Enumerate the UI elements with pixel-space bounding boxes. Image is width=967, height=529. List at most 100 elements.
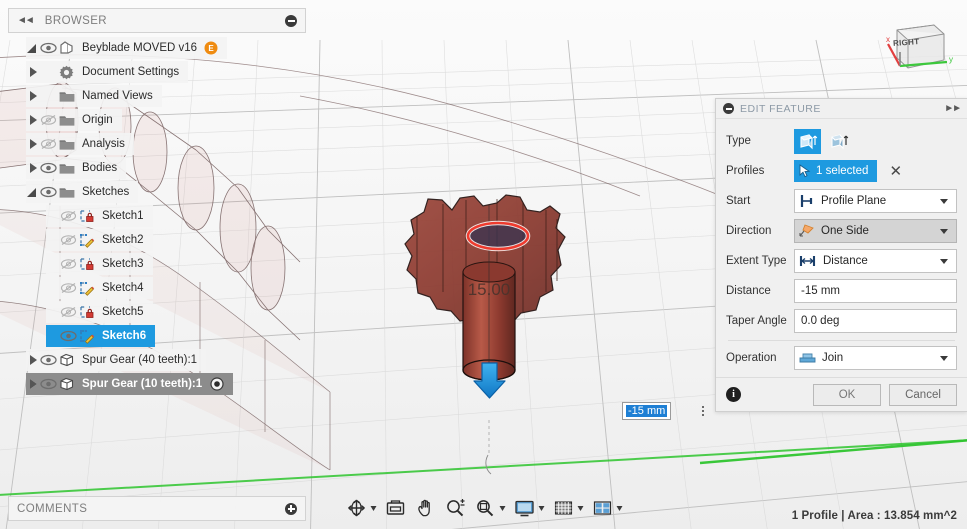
chevron-down-icon[interactable]: [499, 505, 505, 511]
sketch-locked-icon: [77, 209, 96, 224]
tree-row-bodies[interactable]: Bodies: [8, 156, 308, 180]
display-icon[interactable]: [510, 495, 547, 521]
extrude-surface-icon[interactable]: [825, 129, 852, 154]
visibility-eye-off-icon[interactable]: [40, 113, 57, 127]
edit-feature-minimize-icon[interactable]: [723, 103, 734, 114]
comments-panel: COMMENTS: [8, 496, 306, 521]
visibility-eye-off-icon[interactable]: [40, 137, 57, 151]
info-icon[interactable]: i: [726, 387, 741, 402]
grid-icon[interactable]: [549, 495, 586, 521]
tree-row-sketch6[interactable]: Sketch6: [8, 324, 308, 348]
chevron-down-icon[interactable]: [538, 505, 544, 511]
one-side-icon: [799, 224, 814, 237]
operation-value: Join: [822, 352, 844, 364]
taper-angle-input[interactable]: 0.0 deg: [794, 309, 957, 333]
extrude-profile-icon[interactable]: [794, 128, 821, 154]
visibility-eye-off-icon[interactable]: [60, 281, 77, 295]
tree-row-root[interactable]: Beyblade MOVED v16 E: [8, 36, 308, 60]
operation-dropdown[interactable]: Join: [794, 346, 957, 370]
tree-row-label: Sketch4: [102, 282, 144, 294]
row-direction: Direction One Side: [726, 216, 957, 246]
browser-minimize-icon[interactable]: [285, 14, 297, 27]
edit-feature-header: EDIT FEATURE ►►: [716, 99, 967, 119]
tree-row-sketch1[interactable]: Sketch1: [8, 204, 308, 228]
tree-row-sketches[interactable]: Sketches: [8, 180, 308, 204]
ok-button[interactable]: OK: [813, 383, 881, 406]
visibility-eye-icon[interactable]: [40, 377, 57, 391]
orbit-icon[interactable]: [342, 495, 379, 521]
chevron-down-icon[interactable]: [616, 505, 622, 511]
root-document-label: Beyblade MOVED v16: [82, 42, 198, 54]
tree-row-sketch3[interactable]: Sketch3: [8, 252, 308, 276]
manipulator-distance-value: -15 mm: [626, 405, 668, 417]
chevron-down-icon[interactable]: [370, 505, 376, 511]
pan-icon[interactable]: [411, 495, 439, 521]
distance-icon: [799, 256, 816, 266]
row-type: Type: [726, 126, 957, 156]
expander-closed-icon[interactable]: [26, 65, 40, 79]
svg-text:E: E: [208, 44, 214, 53]
expander-closed-icon[interactable]: [26, 113, 40, 127]
start-label: Start: [726, 195, 751, 207]
tree-row-label: Bodies: [82, 162, 118, 174]
profiles-value: 1 selected: [816, 165, 869, 177]
expander-open-icon[interactable]: [26, 41, 40, 55]
extent-type-dropdown[interactable]: Distance: [794, 249, 957, 273]
chevron-down-icon[interactable]: [577, 505, 583, 511]
row-distance: Distance -15 mm: [726, 276, 957, 306]
tree-row-sketch2[interactable]: Sketch2: [8, 228, 308, 252]
expander-open-icon[interactable]: [26, 185, 40, 199]
view-cube-face-label[interactable]: RIGHT: [893, 37, 920, 48]
tree-row-spur-gear-10-teeth-1[interactable]: Spur Gear (10 teeth):1: [8, 372, 308, 396]
tree-row-document-settings[interactable]: Document Settings: [8, 60, 308, 84]
visibility-eye-icon[interactable]: [40, 41, 57, 55]
profiles-clear-icon[interactable]: ✕: [889, 164, 902, 179]
profiles-selection-chip[interactable]: 1 selected: [794, 160, 878, 182]
start-dropdown[interactable]: Profile Plane: [794, 189, 957, 213]
expander-closed-icon[interactable]: [26, 377, 40, 391]
tree-row-sketch5[interactable]: Sketch5: [8, 300, 308, 324]
visibility-eye-icon[interactable]: [60, 329, 77, 343]
row-extent-type: Extent Type Distance: [726, 246, 957, 276]
browser-collapse-icon[interactable]: ◄◄: [17, 15, 35, 26]
tree-row-spur-gear-40-teeth-1[interactable]: Spur Gear (40 teeth):1: [8, 348, 308, 372]
tree-row-analysis[interactable]: Analysis: [8, 132, 308, 156]
manipulator-distance-input[interactable]: -15 mm: [622, 402, 672, 420]
folder-icon: [57, 89, 76, 103]
edit-feature-body: Type Profiles 1 selected ✕ Start Profile…: [716, 119, 967, 377]
zoom-icon[interactable]: [441, 495, 469, 521]
look-at-icon[interactable]: [381, 495, 409, 521]
fit-icon[interactable]: [471, 495, 508, 521]
activate-radio-icon[interactable]: [210, 377, 224, 391]
status-bar-text: 1 Profile | Area : 13.854 mm^2: [791, 510, 957, 522]
visibility-eye-icon[interactable]: [40, 161, 57, 175]
chevron-down-icon[interactable]: [940, 228, 948, 234]
edit-feature-pin-icon[interactable]: ►►: [944, 103, 962, 114]
expander-closed-icon[interactable]: [26, 137, 40, 151]
expander-closed-icon[interactable]: [26, 89, 40, 103]
tree-row-label: Named Views: [82, 90, 153, 102]
comments-add-icon[interactable]: [285, 502, 297, 515]
visibility-eye-off-icon[interactable]: [60, 305, 77, 319]
visibility-eye-off-icon[interactable]: [60, 209, 77, 223]
visibility-eye-icon[interactable]: [40, 185, 57, 199]
direction-dropdown[interactable]: One Side: [794, 219, 957, 243]
manipulator-grip-handle[interactable]: [699, 401, 707, 421]
tree-row-origin[interactable]: Origin: [8, 108, 308, 132]
chevron-down-icon[interactable]: [940, 198, 948, 204]
visibility-eye-off-icon[interactable]: [60, 257, 77, 271]
chevron-down-icon[interactable]: [940, 258, 948, 264]
tree-row-sketch4[interactable]: Sketch4: [8, 276, 308, 300]
tree-row-named-views[interactable]: Named Views: [8, 84, 308, 108]
expander-closed-icon[interactable]: [26, 353, 40, 367]
visibility-eye-off-icon[interactable]: [60, 233, 77, 247]
expander-closed-icon[interactable]: [26, 161, 40, 175]
document-status-badge[interactable]: E: [204, 41, 218, 55]
viewports-icon[interactable]: [588, 495, 625, 521]
visibility-eye-icon[interactable]: [40, 353, 57, 367]
distance-input[interactable]: -15 mm: [794, 279, 957, 303]
cancel-button[interactable]: Cancel: [889, 383, 957, 406]
chevron-down-icon[interactable]: [940, 355, 948, 361]
svg-text:x: x: [886, 35, 890, 44]
